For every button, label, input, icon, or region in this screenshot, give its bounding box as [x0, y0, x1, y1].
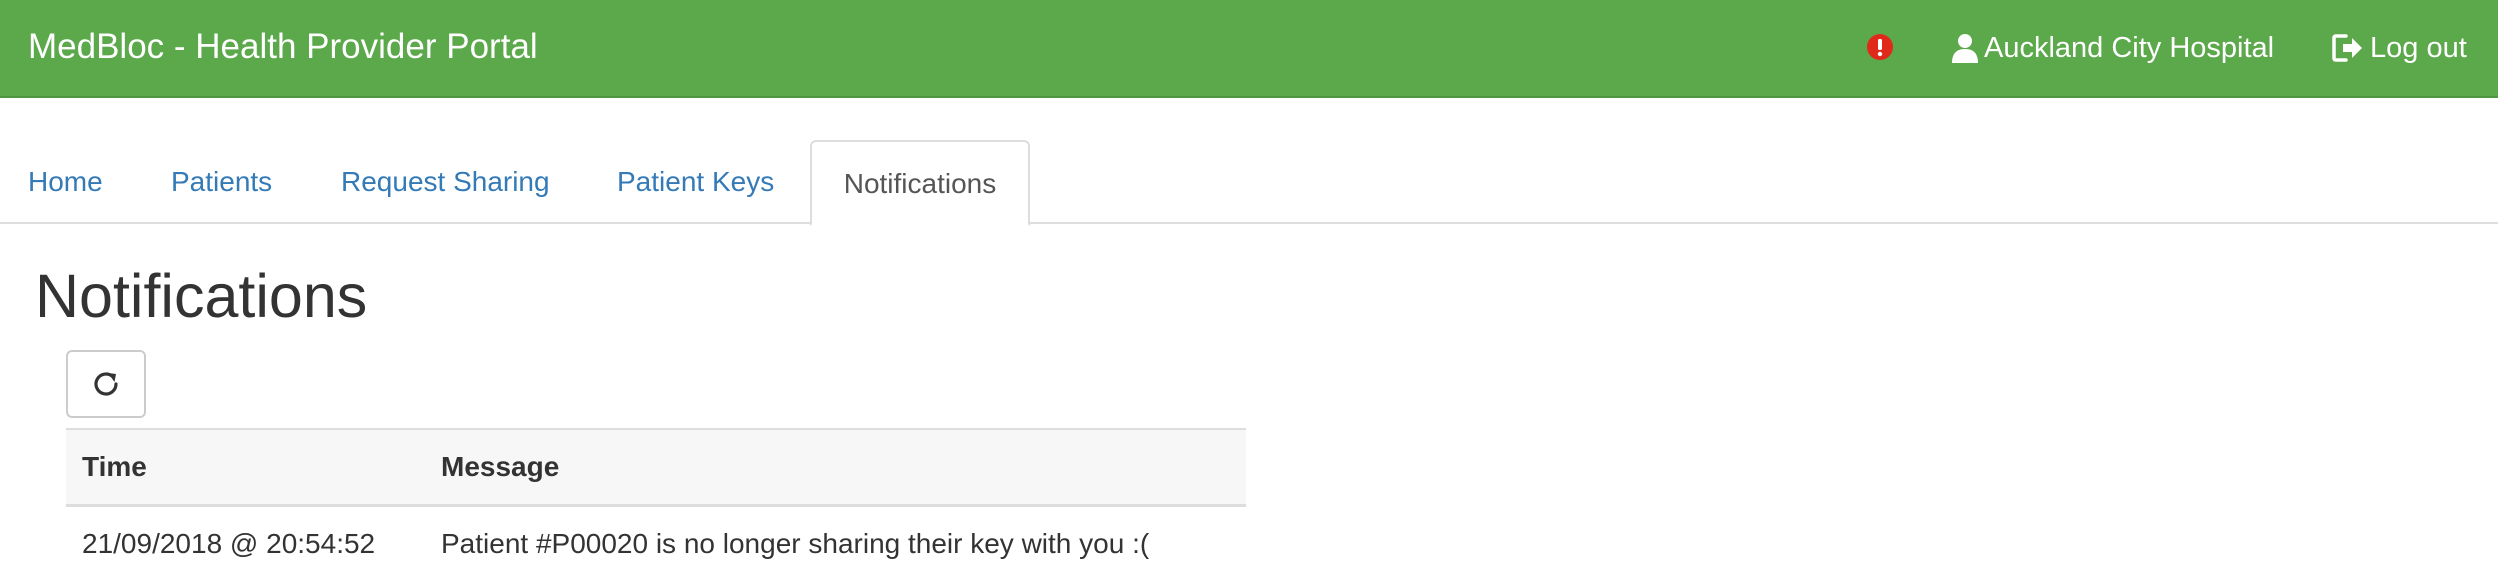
user-name-label: Auckland City Hospital: [1984, 32, 2275, 64]
main-tabs: Home Patients Request Sharing Patient Ke…: [0, 140, 2498, 226]
user-icon: [1952, 34, 1978, 63]
table-row: 21/09/2018 @ 20:54:52 Patient #P00020 is…: [66, 506, 1246, 582]
refresh-button[interactable]: [66, 350, 146, 418]
logout-icon: [2332, 34, 2362, 62]
tab-request-sharing[interactable]: Request Sharing: [341, 140, 550, 224]
notifications-table-wrapper: Time Message 21/09/2018 @ 20:54:52 Patie…: [66, 428, 1246, 581]
column-header-time: Time: [66, 428, 425, 507]
table-header-row: Time Message: [66, 428, 1246, 507]
page-title: Notifications: [35, 262, 368, 330]
logout-label: Log out: [2370, 32, 2467, 64]
tab-notifications[interactable]: Notifications: [810, 140, 1030, 226]
tab-patient-keys[interactable]: Patient Keys: [617, 140, 774, 224]
tab-patients[interactable]: Patients: [171, 140, 272, 224]
refresh-icon: [94, 372, 118, 396]
notification-message: Patient #P00020 is no longer sharing the…: [441, 528, 1150, 559]
exclamation-circle-icon[interactable]: [1866, 33, 1894, 61]
notifications-table: Time Message 21/09/2018 @ 20:54:52 Patie…: [66, 428, 1246, 581]
top-navbar: MedBloc - Health Provider Portal Aucklan…: [0, 0, 2498, 98]
app-title[interactable]: MedBloc - Health Provider Portal: [28, 26, 538, 68]
user-account-link[interactable]: Auckland City Hospital: [1952, 28, 2274, 68]
notification-time: 21/09/2018 @ 20:54:52: [82, 528, 376, 559]
tab-home[interactable]: Home: [28, 140, 103, 224]
column-header-message: Message: [425, 428, 1246, 507]
logout-link[interactable]: Log out: [2332, 28, 2467, 68]
